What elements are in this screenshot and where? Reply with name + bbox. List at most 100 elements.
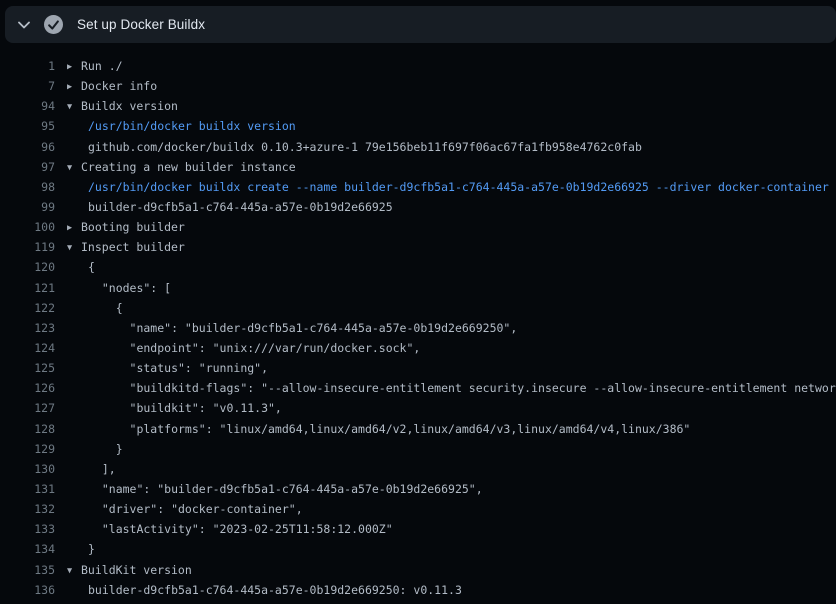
command-text: /usr/bin/docker buildx version [67, 116, 296, 136]
line-number[interactable]: 7 [0, 76, 55, 96]
log-line[interactable]: 1 ▶Run ./ [0, 56, 836, 76]
line-number[interactable]: 132 [0, 499, 55, 519]
log-line[interactable]: 94 ▼Buildx version [0, 96, 836, 116]
line-number[interactable]: 123 [0, 318, 55, 338]
line-number[interactable]: 133 [0, 519, 55, 539]
log-line: 127 "buildkit": "v0.11.3", [0, 398, 836, 418]
check-circle-icon [44, 15, 63, 34]
log-line: 128 "platforms": "linux/amd64,linux/amd6… [0, 419, 836, 439]
line-number[interactable]: 95 [0, 116, 55, 136]
output-text: "name": "builder-d9cfb5a1-c764-445a-a57e… [67, 318, 517, 338]
line-number[interactable]: 99 [0, 197, 55, 217]
log-line: 129 } [0, 439, 836, 459]
output-text: builder-d9cfb5a1-c764-445a-a57e-0b19d2e6… [67, 197, 393, 217]
group-line-content: ▶Booting builder [67, 217, 185, 237]
log-line: 121 "nodes": [ [0, 278, 836, 298]
group-line-content: ▶Run ./ [67, 56, 123, 76]
log-line[interactable]: 7 ▶Docker info [0, 76, 836, 96]
log-line: 122 { [0, 298, 836, 318]
log-line: 120 { [0, 257, 836, 277]
line-number[interactable]: 96 [0, 137, 55, 157]
log-line: 131 "name": "builder-d9cfb5a1-c764-445a-… [0, 479, 836, 499]
log-line: 133 "lastActivity": "2023-02-25T11:58:12… [0, 519, 836, 539]
line-number[interactable]: 134 [0, 539, 55, 559]
output-text: } [67, 539, 95, 559]
log-line: 134} [0, 539, 836, 559]
output-text: { [67, 257, 95, 277]
group-expanded-icon[interactable]: ▼ [67, 97, 81, 117]
log-line: 132 "driver": "docker-container", [0, 499, 836, 519]
output-text: "buildkit": "v0.11.3", [67, 398, 282, 418]
line-number[interactable]: 128 [0, 419, 55, 439]
output-text: "name": "builder-d9cfb5a1-c764-445a-a57e… [67, 479, 483, 499]
log-line[interactable]: 119 ▼Inspect builder [0, 237, 836, 257]
command-text: /usr/bin/docker buildx create --name bui… [67, 177, 829, 197]
group-line-content: ▼Creating a new builder instance [67, 157, 296, 177]
log-area: 1▶Run ./7▶Docker info94▼Buildx version95… [0, 56, 836, 600]
group-label: Creating a new builder instance [81, 160, 296, 174]
line-number[interactable]: 126 [0, 378, 55, 398]
line-number[interactable]: 100 [0, 217, 55, 237]
line-number[interactable]: 124 [0, 338, 55, 358]
line-number[interactable]: 136 [0, 580, 55, 600]
log-line: 125 "status": "running", [0, 358, 836, 378]
line-number[interactable]: 127 [0, 398, 55, 418]
group-label: Docker info [81, 79, 157, 93]
group-expanded-icon[interactable]: ▼ [67, 158, 81, 178]
group-collapsed-icon[interactable]: ▶ [67, 57, 81, 77]
line-number[interactable]: 130 [0, 459, 55, 479]
line-number[interactable]: 119 [0, 237, 55, 257]
group-collapsed-icon[interactable]: ▶ [67, 77, 81, 97]
output-text: { [67, 298, 123, 318]
chevron-down-icon[interactable] [17, 21, 31, 29]
log-line: 136 builder-d9cfb5a1-c764-445a-a57e-0b19d… [0, 580, 836, 600]
output-text: ], [67, 459, 116, 479]
step-header[interactable]: Set up Docker Buildx [5, 6, 836, 43]
group-line-content: ▼BuildKit version [67, 560, 192, 580]
output-text: "platforms": "linux/amd64,linux/amd64/v2… [67, 419, 690, 439]
log-line: 95/usr/bin/docker buildx version [0, 116, 836, 136]
output-text: "buildkitd-flags": "--allow-insecure-ent… [67, 378, 836, 398]
output-text: "lastActivity": "2023-02-25T11:58:12.000… [67, 519, 393, 539]
line-number[interactable]: 94 [0, 96, 55, 116]
output-text: "status": "running", [67, 358, 268, 378]
line-number[interactable]: 125 [0, 358, 55, 378]
line-number[interactable]: 121 [0, 278, 55, 298]
output-text: "nodes": [ [67, 278, 171, 298]
log-line: 130 ], [0, 459, 836, 479]
log-line: 126 "buildkitd-flags": "--allow-insecure… [0, 378, 836, 398]
group-expanded-icon[interactable]: ▼ [67, 561, 81, 581]
line-number[interactable]: 97 [0, 157, 55, 177]
log-line: 123 "name": "builder-d9cfb5a1-c764-445a-… [0, 318, 836, 338]
step-title: Set up Docker Buildx [77, 17, 205, 32]
group-label: BuildKit version [81, 563, 192, 577]
line-number[interactable]: 120 [0, 257, 55, 277]
line-number[interactable]: 122 [0, 298, 55, 318]
group-expanded-icon[interactable]: ▼ [67, 238, 81, 258]
output-text: github.com/docker/buildx 0.10.3+azure-1 … [67, 137, 642, 157]
group-line-content: ▼Inspect builder [67, 237, 185, 257]
log-line[interactable]: 97 ▼Creating a new builder instance [0, 157, 836, 177]
group-line-content: ▼Buildx version [67, 96, 178, 116]
output-text: "endpoint": "unix:///var/run/docker.sock… [67, 338, 420, 358]
line-number[interactable]: 135 [0, 560, 55, 580]
log-line[interactable]: 100 ▶Booting builder [0, 217, 836, 237]
group-collapsed-icon[interactable]: ▶ [67, 218, 81, 238]
log-line: 124 "endpoint": "unix:///var/run/docker.… [0, 338, 836, 358]
log-line: 96 github.com/docker/buildx 0.10.3+azure-… [0, 137, 836, 157]
line-number[interactable]: 131 [0, 479, 55, 499]
log-line[interactable]: 135 ▼BuildKit version [0, 560, 836, 580]
group-label: Buildx version [81, 99, 178, 113]
output-text: "driver": "docker-container", [67, 499, 303, 519]
line-number[interactable]: 129 [0, 439, 55, 459]
output-text: } [67, 439, 123, 459]
log-line: 99 builder-d9cfb5a1-c764-445a-a57e-0b19d2… [0, 197, 836, 217]
output-text: builder-d9cfb5a1-c764-445a-a57e-0b19d2e6… [67, 580, 462, 600]
group-line-content: ▶Docker info [67, 76, 157, 96]
line-number[interactable]: 98 [0, 177, 55, 197]
line-number[interactable]: 1 [0, 56, 55, 76]
group-label: Run ./ [81, 59, 123, 73]
group-label: Inspect builder [81, 240, 185, 254]
group-label: Booting builder [81, 220, 185, 234]
log-line: 98/usr/bin/docker buildx create --name b… [0, 177, 836, 197]
